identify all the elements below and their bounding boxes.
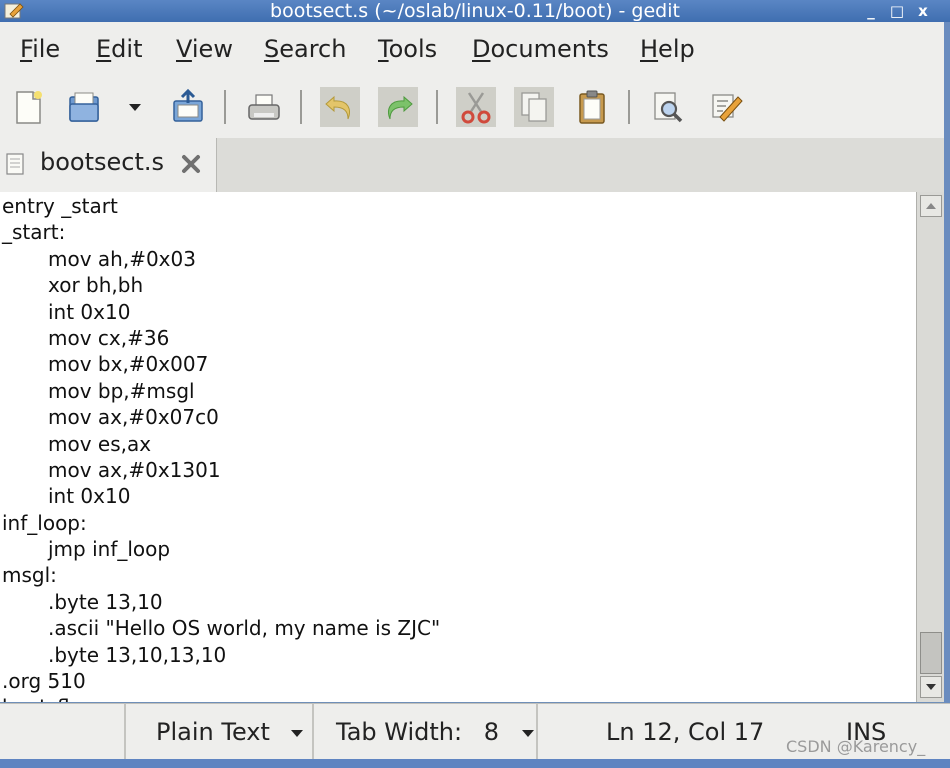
title-bar: bootsect.s (~/oslab/linux-0.11/boot) - g… bbox=[0, 0, 950, 22]
chevron-down-icon bbox=[521, 730, 534, 737]
toolbar-separator bbox=[436, 90, 438, 124]
menu-help[interactable]: Help bbox=[640, 32, 695, 66]
replace-icon[interactable] bbox=[706, 87, 746, 127]
code-line: inf_loop: bbox=[2, 510, 87, 535]
tab-bootsect-s[interactable]: bootsect.s bbox=[0, 138, 217, 192]
close-window-button[interactable]: x bbox=[912, 1, 934, 21]
redo-icon[interactable] bbox=[378, 87, 418, 127]
code-line: _start: bbox=[2, 220, 66, 245]
menu-bar: File Edit View Search Tools Documents He… bbox=[0, 22, 950, 78]
code-line: entry _start bbox=[2, 194, 118, 218]
find-icon[interactable] bbox=[648, 87, 688, 127]
language-selector[interactable]: Plain Text bbox=[156, 717, 304, 747]
code-line: mov ax,#0x07c0 bbox=[48, 405, 219, 430]
text-file-icon bbox=[6, 153, 24, 175]
toolbar-separator bbox=[300, 90, 302, 124]
tab-label: bootsect.s bbox=[40, 148, 165, 176]
toolbar-separator bbox=[628, 90, 630, 124]
minimize-button[interactable]: _ bbox=[860, 1, 882, 21]
code-line: mov bp,#msgl bbox=[48, 378, 195, 403]
code-line: int 0x10 bbox=[48, 299, 131, 324]
toolbar-separator bbox=[224, 90, 226, 124]
save-icon[interactable] bbox=[168, 87, 208, 127]
code-line: int 0x10 bbox=[48, 484, 131, 509]
watermark: CSDN @Karency_ bbox=[786, 737, 926, 756]
code-line: mov ax,#0x1301 bbox=[48, 457, 221, 482]
menu-file[interactable]: File bbox=[20, 32, 60, 66]
vertical-scrollbar[interactable] bbox=[916, 192, 945, 702]
code-line: mov es,ax bbox=[48, 431, 152, 456]
language-label: Plain Text bbox=[156, 718, 270, 746]
window-bottom-border bbox=[0, 759, 950, 768]
code-line: boot_flag: bbox=[2, 694, 440, 702]
statusbar-separator bbox=[536, 704, 538, 760]
code-line: msgl: bbox=[2, 563, 57, 588]
menu-documents[interactable]: Documents bbox=[472, 32, 609, 66]
scroll-up-icon bbox=[926, 203, 936, 209]
code-line: .byte 13,10 bbox=[48, 589, 163, 614]
menu-edit[interactable]: Edit bbox=[96, 32, 142, 66]
copy-icon[interactable] bbox=[514, 87, 554, 127]
menu-search[interactable]: Search bbox=[264, 32, 346, 66]
statusbar-separator bbox=[312, 704, 314, 760]
tab-width-value: 8 bbox=[483, 718, 499, 746]
code-line: xor bh,bh bbox=[48, 273, 144, 298]
code-line: .byte 13,10,13,10 bbox=[48, 642, 227, 667]
code-line: .org 510 bbox=[2, 669, 86, 694]
cursor-position: Ln 12, Col 17 bbox=[606, 718, 765, 746]
print-icon[interactable] bbox=[244, 87, 284, 127]
undo-icon[interactable] bbox=[320, 87, 360, 127]
maximize-button[interactable]: □ bbox=[886, 1, 908, 21]
window-title: bootsect.s (~/oslab/linux-0.11/boot) - g… bbox=[270, 0, 680, 22]
chevron-down-icon bbox=[290, 730, 303, 737]
scroll-down-button[interactable] bbox=[920, 676, 942, 698]
toolbar bbox=[0, 78, 950, 139]
paste-icon[interactable] bbox=[572, 87, 612, 127]
scroll-up-button[interactable] bbox=[920, 195, 942, 217]
window-border bbox=[944, 22, 950, 768]
text-editor-area[interactable]: entry _start _start: mov ah,#0x03 xor bh,bh… bbox=[0, 192, 916, 702]
code-line: .ascii "Hello OS world, my name is ZJC" bbox=[48, 616, 441, 641]
code-line: mov bx,#0x007 bbox=[48, 352, 209, 377]
menu-tools[interactable]: Tools bbox=[378, 32, 437, 66]
new-document-icon[interactable] bbox=[8, 87, 48, 127]
scrollbar-thumb[interactable] bbox=[920, 632, 942, 674]
menu-view[interactable]: View bbox=[176, 32, 233, 66]
code-line: jmp inf_loop bbox=[48, 537, 171, 562]
code-text: entry _start _start: mov ah,#0x03 xor bh,bh… bbox=[2, 193, 440, 702]
scroll-down-icon bbox=[926, 684, 936, 690]
document-tab-strip: bootsect.s bbox=[0, 138, 950, 193]
close-icon[interactable] bbox=[180, 153, 202, 175]
cut-icon[interactable] bbox=[456, 87, 496, 127]
tab-width-label: Tab Width: bbox=[336, 718, 463, 746]
tab-width-selector[interactable]: Tab Width: 8 bbox=[336, 717, 535, 747]
statusbar-separator bbox=[124, 704, 126, 760]
open-icon[interactable] bbox=[64, 87, 104, 127]
code-line: mov ah,#0x03 bbox=[48, 246, 196, 271]
open-dropdown-icon[interactable] bbox=[126, 98, 144, 116]
code-line: mov cx,#36 bbox=[48, 325, 170, 350]
